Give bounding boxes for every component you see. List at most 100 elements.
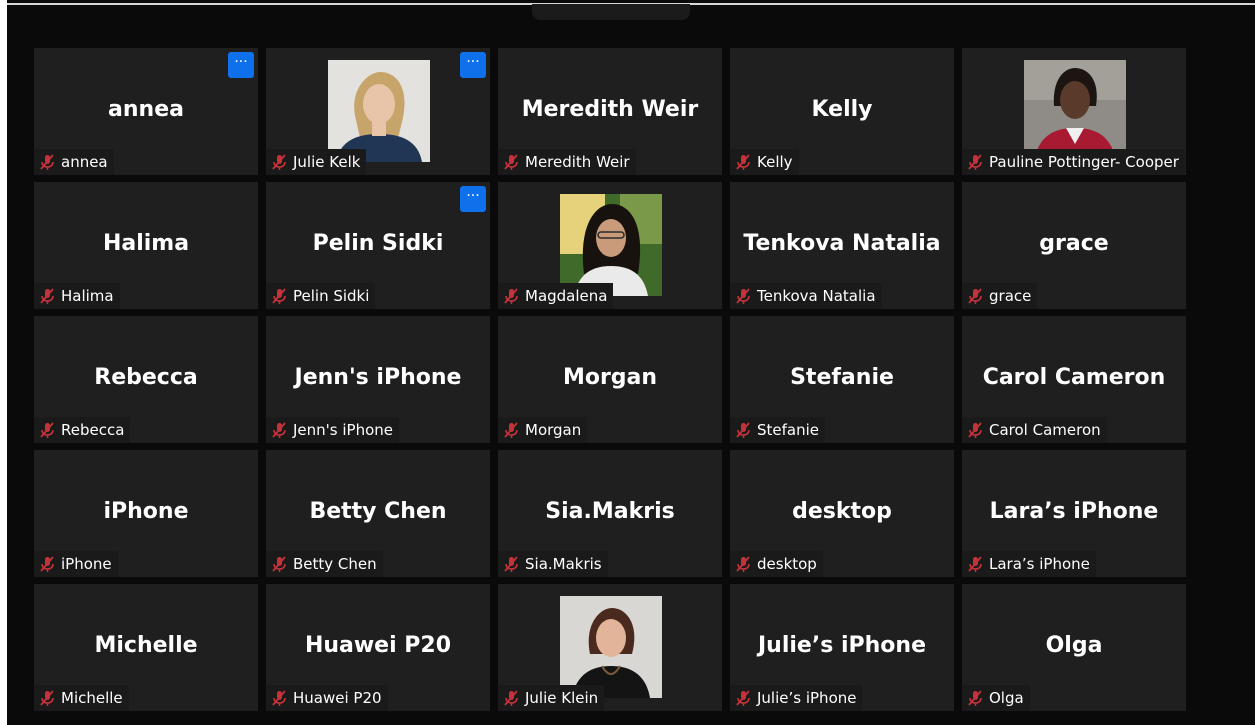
participant-label-text: Julie’s iPhone (757, 689, 857, 707)
participant-name-label: Huawei P20 (266, 685, 388, 711)
participant-tile-halima[interactable]: Halima Halima (34, 182, 258, 309)
participant-tile-morgan[interactable]: Morgan Morgan (498, 316, 722, 443)
participant-display-name: Jenn's iPhone (294, 365, 462, 390)
muted-mic-icon (40, 690, 54, 706)
participant-name-label: Carol Cameron (962, 417, 1107, 443)
participant-label-text: Morgan (525, 421, 582, 439)
participant-display-name: desktop (792, 499, 892, 524)
muted-mic-icon (504, 556, 518, 572)
participant-name-label: Pauline Pottinger- Cooper (962, 149, 1185, 175)
top-toolbar-handle[interactable] (532, 4, 690, 20)
participant-name-label: Jenn's iPhone (266, 417, 400, 443)
participant-tile-grace[interactable]: grace grace (962, 182, 1186, 309)
participant-tile-julie-kelk[interactable]: ··· Julie Kelk (266, 48, 490, 175)
muted-mic-icon (504, 288, 518, 304)
participant-display-name: Halima (102, 231, 190, 256)
participant-tile-michelle[interactable]: Michelle Michelle (34, 584, 258, 711)
participant-tile-sia-makris[interactable]: Sia.Makris Sia.Makris (498, 450, 722, 577)
muted-mic-icon (40, 422, 54, 438)
participant-name-label: Michelle (34, 685, 129, 711)
participant-tile-iphone[interactable]: iPhone iPhone (34, 450, 258, 577)
participant-label-text: Huawei P20 (293, 689, 382, 707)
muted-mic-icon (40, 288, 54, 304)
muted-mic-icon (272, 690, 286, 706)
participant-tile-olga[interactable]: Olga Olga (962, 584, 1186, 711)
more-options-button[interactable]: ··· (228, 52, 254, 78)
muted-mic-icon (504, 690, 518, 706)
participant-tile-huawei-p20[interactable]: Huawei P20 Huawei P20 (266, 584, 490, 711)
participant-name-label: annea (34, 149, 114, 175)
participant-tile-jenns-iphone[interactable]: Jenn's iPhone Jenn's iPhone (266, 316, 490, 443)
participant-label-text: grace (989, 287, 1032, 305)
participant-video (560, 596, 662, 698)
more-options-button[interactable]: ··· (460, 52, 486, 78)
participant-label-text: Kelly (757, 153, 793, 171)
participant-tile-tenkova-natalia[interactable]: Tenkova Natalia Tenkova Natalia (730, 182, 954, 309)
participant-label-text: Michelle (61, 689, 123, 707)
participant-label-text: Pauline Pottinger- Cooper (989, 153, 1179, 171)
participant-tile-stefanie[interactable]: Stefanie Stefanie (730, 316, 954, 443)
participant-display-name: annea (108, 97, 184, 122)
participant-label-text: Rebecca (61, 421, 125, 439)
muted-mic-icon (504, 154, 518, 170)
participant-label-text: iPhone (61, 555, 112, 573)
muted-mic-icon (968, 556, 982, 572)
participant-label-text: Stefanie (757, 421, 820, 439)
muted-mic-icon (504, 422, 518, 438)
muted-mic-icon (968, 690, 982, 706)
participant-tile-laras-iphone[interactable]: Lara’s iPhone Lara’s iPhone (962, 450, 1186, 577)
participant-tile-julie-klein[interactable]: Julie Klein (498, 584, 722, 711)
participant-label-text: annea (61, 153, 108, 171)
participant-display-name: Stefanie (790, 365, 894, 390)
muted-mic-icon (736, 288, 750, 304)
participant-display-name: Pelin Sidki (312, 231, 444, 256)
participant-label-text: Jenn's iPhone (293, 421, 394, 439)
muted-mic-icon (968, 422, 982, 438)
participant-name-label: Magdalena (498, 283, 614, 309)
participant-name-label: Olga (962, 685, 1030, 711)
participant-tile-magdalena[interactable]: Magdalena (498, 182, 722, 309)
participant-display-name: Carol Cameron (982, 365, 1166, 390)
participant-name-label: Kelly (730, 149, 799, 175)
participant-name-label: grace (962, 283, 1038, 309)
window-left-edge (0, 0, 7, 725)
participant-label-text: Sia.Makris (525, 555, 602, 573)
participant-display-name: iPhone (103, 499, 189, 524)
muted-mic-icon (968, 154, 982, 170)
participant-name-label: Sia.Makris (498, 551, 608, 577)
participant-label-text: Tenkova Natalia (757, 287, 876, 305)
participant-display-name: Sia.Makris (545, 499, 675, 524)
participant-video (328, 60, 430, 162)
participant-tile-meredith-weir[interactable]: Meredith Weir Meredith Weir (498, 48, 722, 175)
participant-tile-carol-cameron[interactable]: Carol Cameron Carol Cameron (962, 316, 1186, 443)
muted-mic-icon (272, 154, 286, 170)
participant-display-name: Meredith Weir (521, 97, 699, 122)
participant-name-label: Meredith Weir (498, 149, 636, 175)
muted-mic-icon (272, 556, 286, 572)
participant-label-text: Olga (989, 689, 1024, 707)
participant-display-name: Tenkova Natalia (743, 231, 941, 256)
muted-mic-icon (736, 422, 750, 438)
participant-display-name: Huawei P20 (304, 633, 452, 658)
participant-tile-pauline-pottinger-cooper[interactable]: Pauline Pottinger- Cooper (962, 48, 1186, 175)
participant-tile-rebecca[interactable]: Rebecca Rebecca (34, 316, 258, 443)
more-options-button[interactable]: ··· (460, 186, 486, 212)
participant-label-text: Magdalena (525, 287, 608, 305)
participant-tile-kelly[interactable]: Kelly Kelly (730, 48, 954, 175)
participant-name-label: iPhone (34, 551, 118, 577)
participant-tile-annea[interactable]: annea ··· annea (34, 48, 258, 175)
participant-tile-pelin-sidki[interactable]: Pelin Sidki ··· Pelin Sidki (266, 182, 490, 309)
participant-display-name: Julie’s iPhone (758, 633, 926, 658)
muted-mic-icon (968, 288, 982, 304)
participant-name-label: Stefanie (730, 417, 826, 443)
participant-video (560, 194, 662, 296)
participant-tile-desktop[interactable]: desktop desktop (730, 450, 954, 577)
participant-tile-julies-iphone[interactable]: Julie’s iPhone Julie’s iPhone (730, 584, 954, 711)
participant-name-label: Rebecca (34, 417, 131, 443)
participant-tile-betty-chen[interactable]: Betty Chen Betty Chen (266, 450, 490, 577)
participant-name-label: Halima (34, 283, 120, 309)
muted-mic-icon (736, 154, 750, 170)
participant-name-label: Pelin Sidki (266, 283, 376, 309)
participant-display-name: Kelly (811, 97, 873, 122)
participant-label-text: Betty Chen (293, 555, 377, 573)
